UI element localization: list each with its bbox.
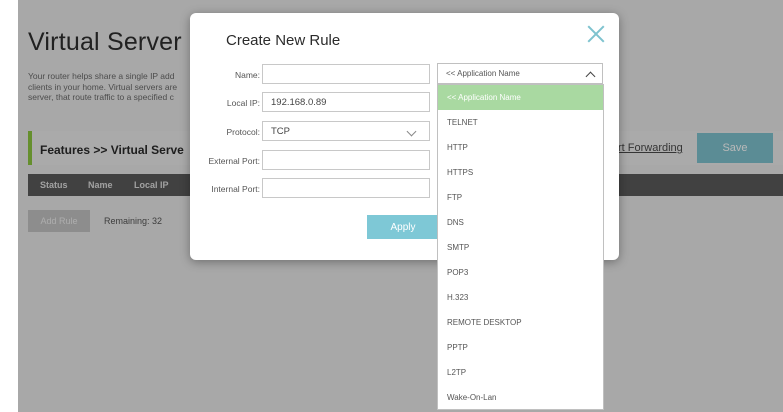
close-icon[interactable] (585, 23, 607, 45)
protocol-select[interactable]: TCP (262, 121, 430, 141)
local-ip-field[interactable] (262, 92, 430, 112)
dropdown-option[interactable]: HTTPS (438, 160, 603, 185)
internal-port-field[interactable] (262, 178, 430, 198)
dropdown-option[interactable]: PPTP (438, 335, 603, 360)
dropdown-option[interactable]: DNS (438, 210, 603, 235)
application-name-value: << Application Name (446, 69, 520, 78)
application-name-select[interactable]: << Application Name (437, 63, 603, 84)
name-field[interactable] (262, 64, 430, 84)
application-dropdown-list: << Application Name TELNET HTTP HTTPS FT… (437, 84, 604, 410)
dropdown-option[interactable]: REMOTE DESKTOP (438, 310, 603, 335)
protocol-label: Protocol: (226, 127, 260, 137)
name-label: Name: (234, 70, 260, 80)
dropdown-option[interactable]: L2TP (438, 360, 603, 385)
dropdown-option[interactable]: HTTP (438, 135, 603, 160)
dropdown-option[interactable]: POP3 (438, 260, 603, 285)
dropdown-option[interactable]: << Application Name (438, 85, 603, 110)
internal-port-label: Internal Port: (211, 184, 260, 194)
dropdown-option[interactable]: SMTP (438, 235, 603, 260)
dropdown-option[interactable]: H.323 (438, 285, 603, 310)
apply-button[interactable]: Apply (367, 215, 439, 239)
local-ip-label: Local IP: (226, 98, 260, 108)
dropdown-option[interactable]: Wake-On-Lan (438, 385, 603, 410)
external-port-label: External Port: (208, 156, 261, 166)
protocol-value: TCP (271, 126, 290, 137)
external-port-field[interactable] (262, 150, 430, 170)
dialog-title: Create New Rule (226, 32, 341, 49)
dropdown-option[interactable]: FTP (438, 185, 603, 210)
dropdown-option[interactable]: TELNET (438, 110, 603, 135)
